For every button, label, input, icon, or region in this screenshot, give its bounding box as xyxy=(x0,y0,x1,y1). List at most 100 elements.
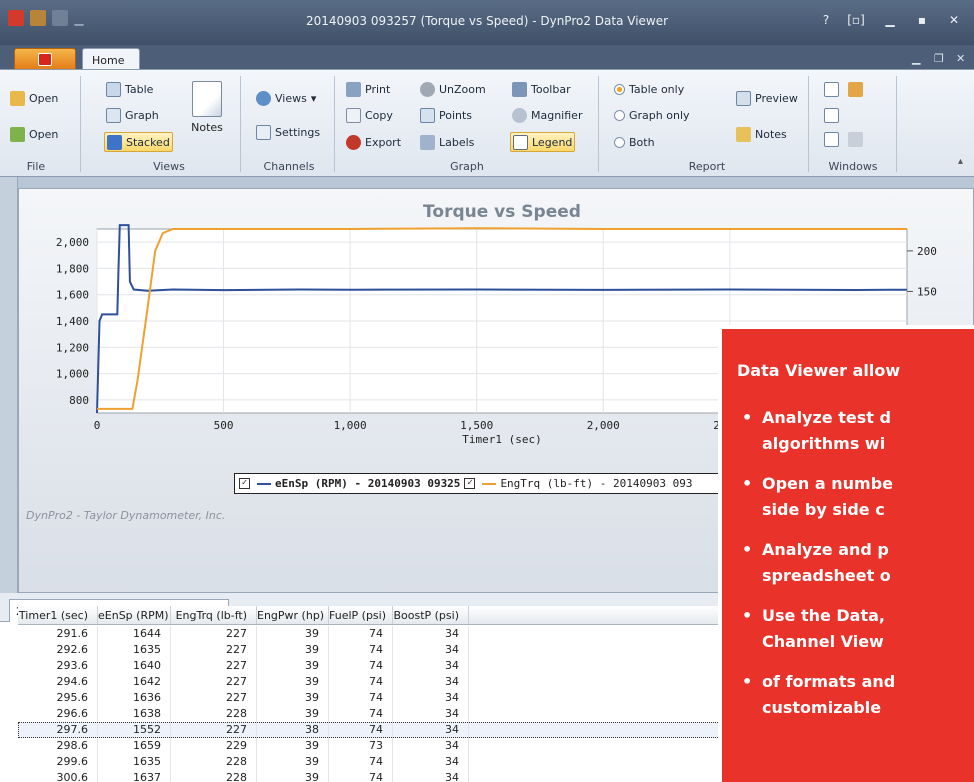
group-divider xyxy=(808,76,809,172)
mdi-restore-icon[interactable]: ❐ xyxy=(934,52,944,65)
table-cell: 34 xyxy=(393,722,469,738)
switch-window-icon[interactable] xyxy=(848,132,863,147)
table-cell: 34 xyxy=(393,754,469,770)
toolbar-button[interactable]: Toolbar xyxy=(510,79,573,99)
table-cell: 39 xyxy=(257,674,329,690)
table-cell: 34 xyxy=(393,658,469,674)
chart-watermark: DynPro2 - Taylor Dynamometer, Inc. xyxy=(26,509,226,522)
table-cell: 294.6 xyxy=(18,674,98,690)
group-divider xyxy=(896,76,897,172)
title-bar: 20140903 093257 (Torque vs Speed) - DynP… xyxy=(0,0,974,45)
preview-button[interactable]: Preview xyxy=(734,88,800,108)
table-cell: 74 xyxy=(329,706,393,722)
y-left-tick-label: 1,400 xyxy=(56,315,89,328)
graph-icon xyxy=(106,107,121,123)
settings-icon xyxy=(256,124,271,140)
y-right-tick-label: 150 xyxy=(917,285,937,298)
table-cell: 227 xyxy=(171,626,257,642)
table-cell: 298.6 xyxy=(18,738,98,754)
group-divider xyxy=(334,76,335,172)
magnifier-button[interactable]: Magnifier xyxy=(510,105,584,125)
tile-vertical-icon[interactable] xyxy=(824,82,839,97)
toolbar-icon xyxy=(512,81,527,97)
callout-bullet-line: Analyze test d xyxy=(762,408,891,427)
table-cell: 295.6 xyxy=(18,690,98,706)
channel-settings-button[interactable]: Settings xyxy=(254,122,322,142)
report-notes-button[interactable]: Notes xyxy=(734,124,789,144)
table-cell: 74 xyxy=(329,658,393,674)
labels-button[interactable]: Labels xyxy=(418,132,476,152)
points-button[interactable]: Points xyxy=(418,105,474,125)
group-label-file: File xyxy=(26,160,46,173)
table-cell: 297.6 xyxy=(18,722,98,738)
print-button[interactable]: Print xyxy=(344,79,392,99)
help-icon[interactable]: ? xyxy=(816,13,836,27)
column-header[interactable]: FuelP (psi) xyxy=(329,606,393,624)
callout-bullet-line: side by side c xyxy=(762,500,885,519)
view-graph-button[interactable]: Graph xyxy=(104,105,161,125)
restore-layout-icon[interactable]: [▫] xyxy=(846,13,866,27)
x-tick-label: 500 xyxy=(214,419,234,432)
export-button[interactable]: Export xyxy=(344,132,403,152)
table-cell: 39 xyxy=(257,626,329,642)
notepad-icon xyxy=(192,81,222,117)
column-header[interactable]: EngTrq (lb-ft) xyxy=(171,606,257,624)
legend-button[interactable]: Legend xyxy=(510,132,576,152)
mdi-minimize-icon[interactable]: ▁ xyxy=(912,52,920,65)
channel-views-dropdown[interactable]: Views ▾ xyxy=(254,88,318,108)
column-header[interactable]: eEnSp (RPM) xyxy=(98,606,171,624)
table-cell: 1635 xyxy=(98,754,171,770)
unzoom-button[interactable]: UnZoom xyxy=(418,79,488,99)
report-both-radio[interactable]: Both xyxy=(612,132,657,152)
mdi-close-icon[interactable]: ✕ xyxy=(956,52,965,65)
callout-bullet-line: Channel View xyxy=(762,632,884,651)
cascade-icon[interactable] xyxy=(848,82,863,97)
y-left-tick-label: 1,600 xyxy=(56,289,89,302)
group-label-channels: Channels xyxy=(263,160,315,173)
chart-title: Torque vs Speed xyxy=(423,202,581,222)
label-tag-icon xyxy=(420,134,435,150)
preview-icon xyxy=(736,90,751,106)
legend-label-series1: eEnSp (RPM) - 20140903 09325 xyxy=(275,477,461,490)
callout-bullet: Use the Data, Channel View xyxy=(722,603,974,655)
open-button[interactable]: Open xyxy=(8,88,60,108)
notes-button[interactable]: Notes xyxy=(188,81,226,151)
group-label-windows: Windows xyxy=(828,160,878,173)
y-left-tick-label: 2,000 xyxy=(56,236,89,249)
table-cell: 1640 xyxy=(98,658,171,674)
table-cell: 228 xyxy=(171,754,257,770)
tile-horizontal-icon[interactable] xyxy=(824,108,839,123)
legend-swatch-series1 xyxy=(257,482,271,485)
legend-checkbox-series2[interactable]: ✓ xyxy=(464,478,476,489)
maximize-icon[interactable]: ▪ xyxy=(912,13,932,27)
legend-checkbox-series1[interactable]: ✓ xyxy=(239,478,250,489)
legend-icon xyxy=(513,134,528,150)
report-table-only-radio[interactable]: Table only xyxy=(612,79,686,99)
close-icon[interactable]: ✕ xyxy=(944,13,964,27)
file-menu-button[interactable] xyxy=(14,48,76,70)
table-cell: 34 xyxy=(393,738,469,754)
minimize-icon[interactable]: ▁ xyxy=(880,13,900,27)
copy-button[interactable]: Copy xyxy=(344,105,395,125)
table-cell: 39 xyxy=(257,754,329,770)
x-tick-label: 1,000 xyxy=(334,419,367,432)
open-recent-button[interactable]: Open xyxy=(8,124,60,144)
collapse-ribbon-icon[interactable]: ▴ xyxy=(958,156,963,167)
radio-selected-icon xyxy=(614,83,625,95)
view-stacked-button[interactable]: Stacked xyxy=(104,132,173,152)
arrange-icon[interactable] xyxy=(824,132,839,147)
table-cell: 293.6 xyxy=(18,658,98,674)
column-header[interactable]: Timer1 (sec) xyxy=(18,606,98,624)
tab-home[interactable]: Home xyxy=(82,48,140,70)
table-cell: 74 xyxy=(329,626,393,642)
table-cell: 1637 xyxy=(98,770,171,782)
table-cell: 227 xyxy=(171,690,257,706)
column-header[interactable]: BoostP (psi) xyxy=(393,606,469,624)
table-cell: 74 xyxy=(329,642,393,658)
feature-callout: Data Viewer allow Analyze test d algorith… xyxy=(718,325,974,782)
view-table-button[interactable]: Table xyxy=(104,79,155,99)
table-cell: 291.6 xyxy=(18,626,98,642)
stacked-icon xyxy=(107,134,122,150)
report-graph-only-radio[interactable]: Graph only xyxy=(612,105,692,125)
column-header[interactable]: EngPwr (hp) xyxy=(257,606,329,624)
